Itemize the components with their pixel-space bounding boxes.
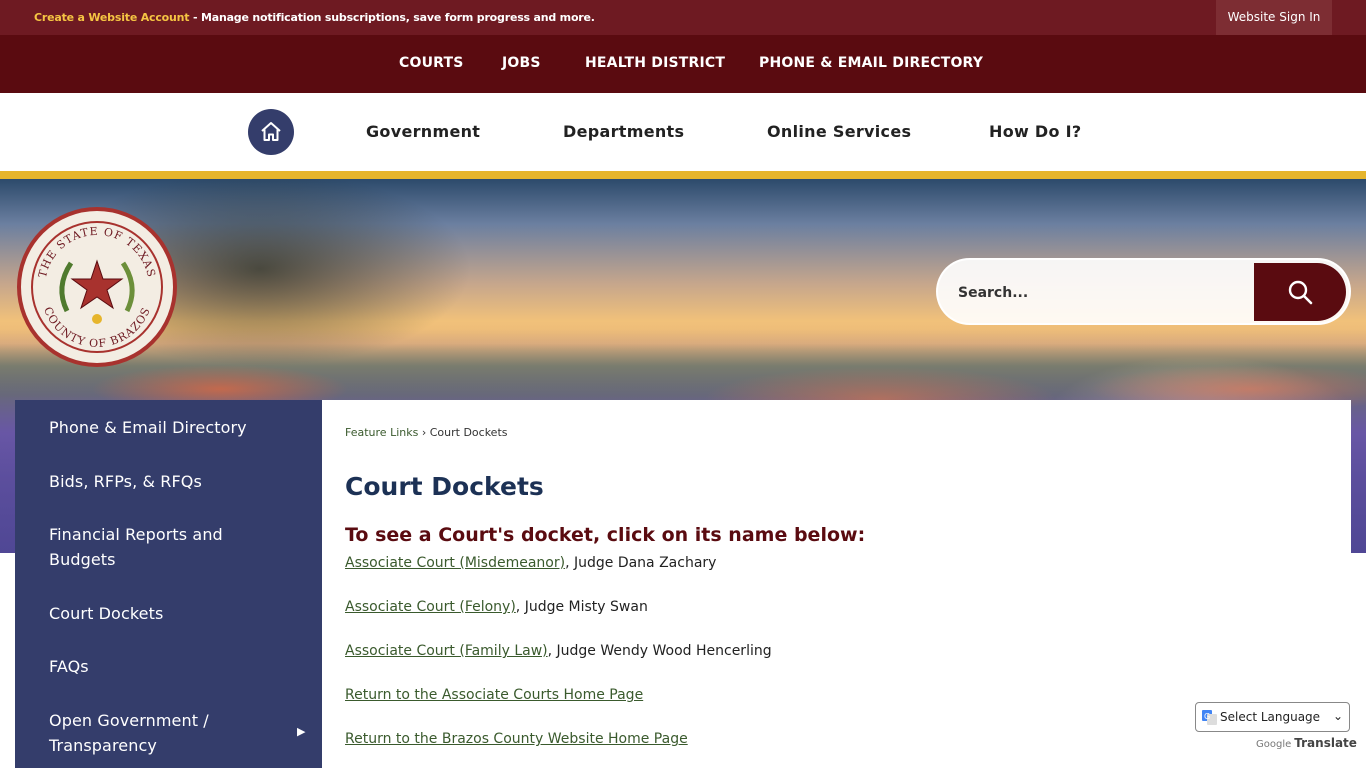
expand-arrow-icon[interactable]: ▶ xyxy=(297,725,305,738)
county-seal-logo[interactable]: THE STATE OF TEXAS COUNTY OF BRAZOS xyxy=(17,207,177,367)
nav-how-do-i[interactable]: How Do I? xyxy=(989,122,1082,141)
featured-nav-jobs[interactable]: JOBS xyxy=(502,55,541,71)
court-link-family-law[interactable]: Associate Court (Family Law) xyxy=(345,643,548,659)
court-entry: Associate Court (Family Law), Judge Wend… xyxy=(345,643,772,659)
search-box xyxy=(936,258,1351,325)
return-county-home-link[interactable]: Return to the Brazos County Website Home… xyxy=(345,731,688,747)
home-button[interactable] xyxy=(248,109,294,155)
court-judge: , Judge Dana Zachary xyxy=(565,555,717,571)
search-input[interactable] xyxy=(958,280,1248,306)
court-judge: , Judge Misty Swan xyxy=(515,599,648,615)
language-select[interactable]: G Select Language ⌄ xyxy=(1195,702,1350,732)
side-menu-open-government[interactable]: Open Government / Transparency xyxy=(49,708,239,758)
breadcrumb-separator: › xyxy=(418,426,430,439)
search-button[interactable] xyxy=(1254,263,1346,321)
page-title: Court Dockets xyxy=(345,472,544,501)
featured-nav-health-district[interactable]: HEALTH DISTRICT xyxy=(585,55,725,71)
utility-bar: Create a Website Account - Manage notifi… xyxy=(0,0,1366,35)
svg-text:G: G xyxy=(1204,712,1210,721)
side-menu-faqs[interactable]: FAQs xyxy=(49,654,89,679)
featured-nav-directory[interactable]: PHONE & EMAIL DIRECTORY xyxy=(759,55,983,71)
court-link-felony[interactable]: Associate Court (Felony) xyxy=(345,599,516,615)
nav-departments[interactable]: Departments xyxy=(563,122,684,141)
breadcrumb-feature-links[interactable]: Feature Links xyxy=(345,426,418,439)
featured-nav: COURTS JOBS HEALTH DISTRICT PHONE & EMAI… xyxy=(0,35,1366,93)
return-link-entry: Return to the Brazos County Website Home… xyxy=(345,731,688,747)
side-menu-financial-reports[interactable]: Financial Reports and Budgets xyxy=(49,522,249,572)
court-entry: Associate Court (Felony), Judge Misty Sw… xyxy=(345,599,648,615)
featured-nav-courts[interactable]: COURTS xyxy=(399,55,464,71)
breadcrumb-current: Court Dockets xyxy=(429,426,508,439)
account-notice: Create a Website Account - Manage notifi… xyxy=(34,11,595,24)
account-notice-text: - Manage notification subscriptions, sav… xyxy=(189,11,595,24)
search-icon xyxy=(1288,280,1313,305)
nav-government[interactable]: Government xyxy=(366,122,480,141)
nav-online-services[interactable]: Online Services xyxy=(767,122,911,141)
website-sign-in-button[interactable]: Website Sign In xyxy=(1216,0,1332,35)
google-wordmark: Google xyxy=(1256,739,1292,750)
translate-link[interactable]: Translate xyxy=(1294,736,1357,750)
star-icon xyxy=(70,259,124,310)
seal-graphic: THE STATE OF TEXAS COUNTY OF BRAZOS xyxy=(36,225,157,350)
breadcrumb: Feature Links › Court Dockets xyxy=(345,426,508,439)
side-menu-bids[interactable]: Bids, RFPs, & RFQs xyxy=(49,469,202,494)
language-select-label: Select Language xyxy=(1220,710,1321,724)
return-link-entry: Return to the Associate Courts Home Page xyxy=(345,687,643,703)
create-account-link[interactable]: Create a Website Account xyxy=(34,11,190,24)
google-translate-icon: G xyxy=(1202,710,1217,725)
seal-bottom-text: COUNTY OF BRAZOS xyxy=(41,305,152,350)
return-associate-courts-link[interactable]: Return to the Associate Courts Home Page xyxy=(345,687,643,703)
gold-divider xyxy=(0,171,1366,179)
svg-text:COUNTY OF BRAZOS: COUNTY OF BRAZOS xyxy=(41,305,153,350)
court-entry: Associate Court (Misdemeanor), Judge Dan… xyxy=(345,555,716,571)
side-menu-phone-directory[interactable]: Phone & Email Directory xyxy=(49,415,247,440)
powered-by-google-translate: Google Translate xyxy=(1256,736,1357,750)
home-icon xyxy=(261,122,281,141)
side-menu: Phone & Email Directory Bids, RFPs, & RF… xyxy=(15,400,322,768)
chevron-down-icon: ⌄ xyxy=(1333,709,1344,723)
court-link-misdemeanor[interactable]: Associate Court (Misdemeanor) xyxy=(345,555,565,571)
court-judge: , Judge Wendy Wood Hencerling xyxy=(547,643,772,659)
instructions-heading: To see a Court's docket, click on its na… xyxy=(345,524,866,546)
side-menu-court-dockets[interactable]: Court Dockets xyxy=(49,601,163,626)
main-nav: Government Departments Online Services H… xyxy=(0,93,1366,171)
